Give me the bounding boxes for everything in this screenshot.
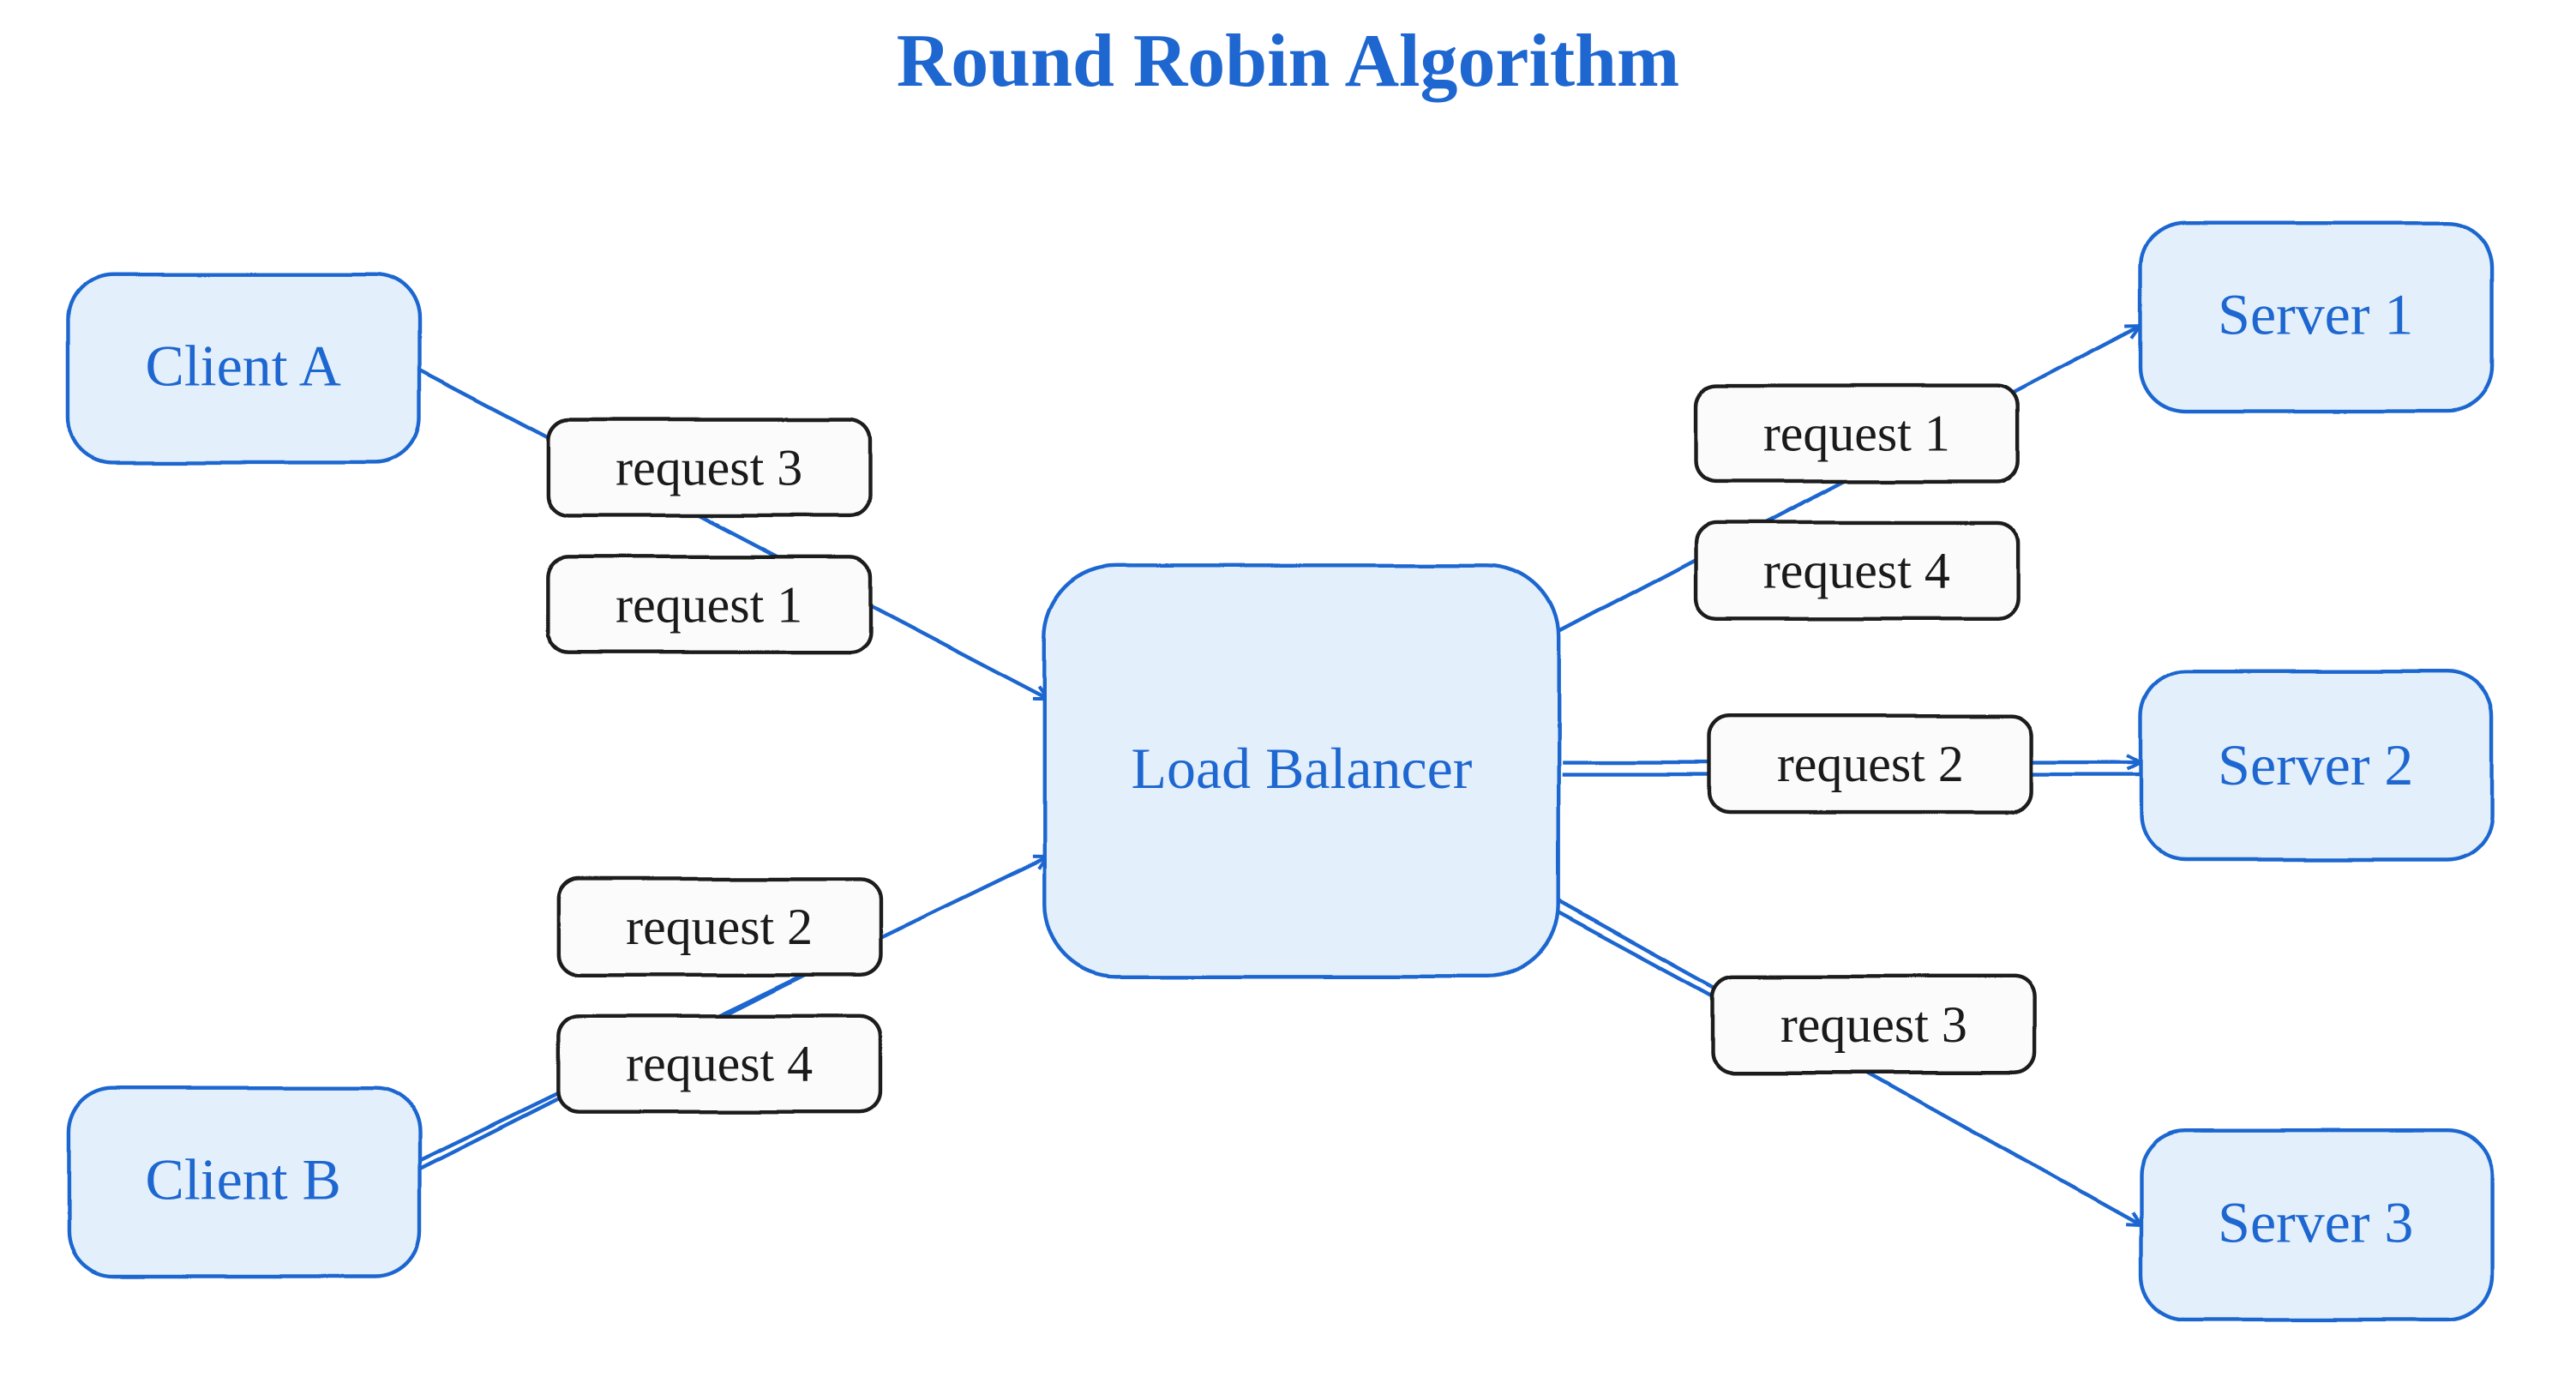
arrow-balancer-to-server3-secondary [1541, 903, 1721, 1001]
load-balancer-label: Load Balancer [1132, 736, 1473, 801]
left-request-4-label: request 4 [626, 1036, 813, 1092]
right-request-2-label: request 2 [1777, 736, 1964, 792]
diagram-title: Round Robin Algorithm [897, 20, 1680, 103]
client-b-label: Client B [146, 1147, 341, 1212]
left-request-2-label: request 2 [626, 899, 813, 955]
left-request-3-label: request 3 [615, 439, 802, 496]
diagram-canvas: Round Robin Algorithm Client A Client B … [0, 0, 2576, 1375]
server-2-label: Server 2 [2218, 732, 2413, 797]
server-3-label: Server 3 [2218, 1190, 2413, 1255]
client-a-label: Client A [146, 334, 341, 399]
server-1-label: Server 1 [2218, 282, 2413, 347]
right-request-1-label: request 1 [1763, 405, 1950, 461]
right-request-3-label: request 3 [1780, 996, 1967, 1053]
right-request-4-label: request 4 [1763, 542, 1950, 598]
left-request-1-label: request 1 [615, 576, 802, 633]
